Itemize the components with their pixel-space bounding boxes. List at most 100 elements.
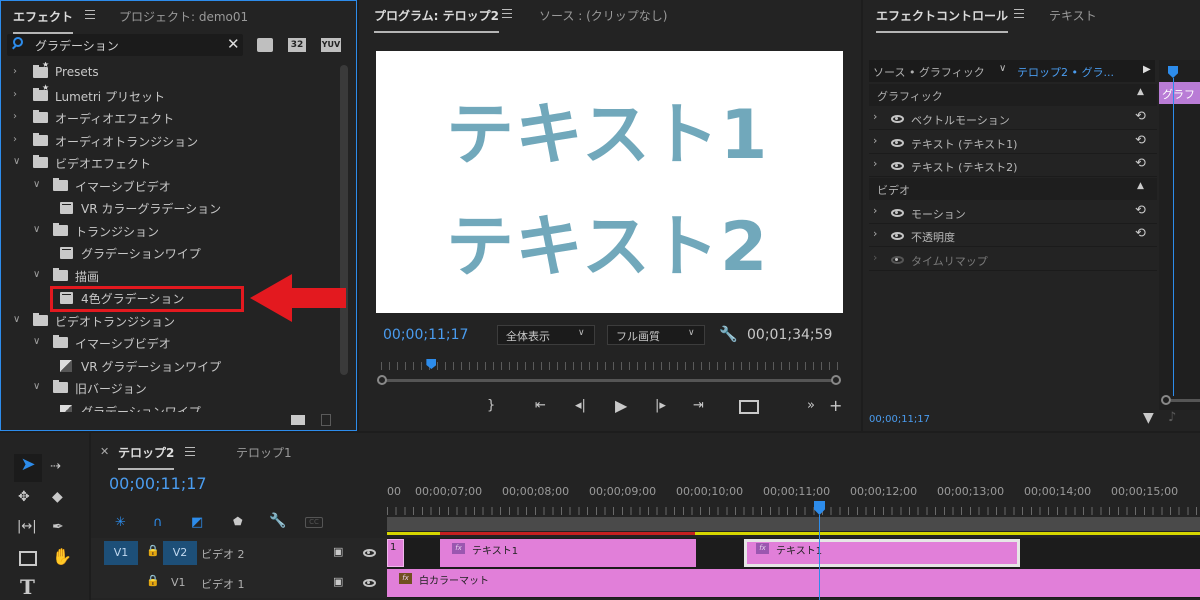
lock-icon[interactable]: 🔒: [146, 544, 160, 557]
source-patch-v1[interactable]: V1: [104, 541, 138, 565]
ec-property-row[interactable]: › テキスト (テキスト1) ⟲: [869, 131, 1157, 154]
clip-v1-color-matte[interactable]: fx 白カラーマット: [387, 569, 1200, 597]
tree-item[interactable]: ∨ イマーシブビデオ: [1, 332, 339, 354]
reset-icon[interactable]: ⟲: [1135, 203, 1146, 218]
panel-menu-icon[interactable]: [85, 10, 95, 19]
tree-item[interactable]: › オーディオトランジション: [1, 130, 339, 152]
zoom-select[interactable]: 全体表示 ∨: [497, 325, 595, 345]
tab-project[interactable]: プロジェクト: demo01: [119, 8, 248, 25]
tab-program[interactable]: プログラム: テロップ2: [374, 7, 499, 33]
nest-icon[interactable]: ✳: [115, 515, 126, 530]
mark-out-button[interactable]: }: [487, 398, 495, 413]
tree-item[interactable]: ∨ ビデオエフェクト: [1, 152, 339, 174]
chevron-down-icon[interactable]: ∨: [33, 381, 40, 392]
ec-property-row[interactable]: › モーション ⟲: [869, 201, 1157, 224]
eye-icon[interactable]: [891, 255, 904, 264]
target-patch-v2[interactable]: V2: [163, 541, 197, 565]
step-forward-button[interactable]: |▸: [655, 398, 666, 413]
ec-property-row[interactable]: › 不透明度 ⟲: [869, 224, 1157, 247]
clear-search-icon[interactable]: ✕: [227, 35, 240, 53]
toggle-output-eye-icon[interactable]: [363, 549, 376, 557]
track-select-tool[interactable]: ⇢: [50, 459, 61, 474]
effects-scrollbar[interactable]: [340, 65, 348, 375]
chevron-down-icon[interactable]: ∨: [999, 63, 1006, 74]
tree-item[interactable]: VR グラデーションワイプ: [1, 355, 339, 377]
program-zoom-scrollbar[interactable]: [385, 379, 835, 382]
wrench-icon[interactable]: 🔧: [719, 325, 738, 343]
reset-icon[interactable]: ⟲: [1135, 109, 1146, 124]
snap-icon[interactable]: ∩: [153, 515, 163, 530]
program-time-ruler[interactable]: [381, 362, 839, 370]
ec-property-row[interactable]: › ベクトルモーション ⟲: [869, 107, 1157, 130]
ec-property-row[interactable]: › タイムリマップ: [869, 248, 1157, 271]
scroll-handle-right[interactable]: [831, 375, 841, 385]
selection-tool[interactable]: ➤: [14, 454, 42, 482]
razor-tool[interactable]: ◆: [52, 489, 63, 505]
tree-item[interactable]: VR カラーグラデーション: [1, 197, 339, 219]
eye-icon[interactable]: [891, 208, 904, 217]
chevron-right-icon[interactable]: ›: [13, 111, 17, 122]
chevron-right-icon[interactable]: ›: [873, 251, 877, 264]
sync-lock-icon[interactable]: ▣: [333, 545, 343, 558]
collapse-up-icon[interactable]: ▲: [1137, 181, 1144, 191]
chevron-down-icon[interactable]: ∨: [33, 224, 40, 235]
add-marker-icon[interactable]: ⬟: [233, 515, 243, 528]
eye-icon[interactable]: [891, 232, 904, 240]
32bit-effects-badge[interactable]: 32: [288, 38, 306, 52]
play-button[interactable]: ▶: [615, 396, 627, 415]
linked-selection-icon[interactable]: ◩: [191, 515, 203, 530]
tree-item[interactable]: ∨ トランジション: [1, 220, 339, 242]
tab-sequence-1[interactable]: テロップ1: [236, 444, 292, 461]
program-current-time[interactable]: 00;00;11;17: [383, 327, 468, 343]
chevron-down-icon[interactable]: ∨: [13, 314, 20, 325]
chevron-down-icon[interactable]: ∨: [33, 269, 40, 280]
clip-v2-stub[interactable]: 1: [387, 539, 404, 567]
eye-icon[interactable]: [891, 138, 904, 147]
chevron-right-icon[interactable]: ›: [873, 157, 877, 170]
timeline-menu-icon[interactable]: [185, 447, 195, 456]
play-clip-icon[interactable]: ▶: [1143, 64, 1151, 75]
tree-item[interactable]: › Lumetri プリセット: [1, 83, 339, 107]
tree-item[interactable]: › オーディオエフェクト: [1, 107, 339, 129]
ec-section-header[interactable]: ビデオ ▲: [869, 177, 1157, 200]
chevron-right-icon[interactable]: ›: [873, 204, 877, 217]
clip-v2-text1[interactable]: fx テキスト1: [440, 539, 696, 567]
target-patch-v1[interactable]: V1: [171, 576, 186, 589]
tree-item[interactable]: ∨ イマーシブビデオ: [1, 175, 339, 197]
eye-icon[interactable]: [891, 115, 904, 123]
tree-item[interactable]: グラデーションワイプ: [1, 242, 339, 264]
chevron-down-icon[interactable]: ∨: [13, 156, 20, 167]
ec-scrollbar[interactable]: [1171, 399, 1200, 402]
ec-clip-label[interactable]: テロップ2 • グラ...: [1017, 64, 1114, 80]
accelerated-effects-icon[interactable]: [257, 38, 273, 52]
ec-scroll-handle[interactable]: [1161, 395, 1171, 405]
ec-section-header[interactable]: グラフィック ▲: [869, 84, 1157, 106]
captions-icon[interactable]: CC: [305, 517, 323, 528]
go-to-in-button[interactable]: ⇤: [535, 398, 546, 413]
new-bin-icon[interactable]: [291, 415, 305, 425]
ec-time[interactable]: 00;00;11;17: [869, 414, 930, 425]
tree-item[interactable]: グラデーションワイプ: [1, 400, 339, 412]
chevron-right-icon[interactable]: ›: [13, 134, 17, 145]
reset-icon[interactable]: ⟲: [1135, 133, 1146, 148]
slip-tool[interactable]: |↔|: [17, 519, 37, 534]
audio-note-icon[interactable]: ♪: [1168, 410, 1176, 425]
clip-v2-text1-selected[interactable]: fx テキスト1: [744, 539, 1020, 567]
chevron-right-icon[interactable]: ›: [873, 110, 877, 123]
lock-icon[interactable]: 🔒: [146, 574, 160, 587]
toggle-output-eye-icon[interactable]: [363, 579, 376, 587]
tab-source[interactable]: ソース : (クリップなし): [539, 7, 667, 24]
search-input[interactable]: [35, 36, 215, 54]
tree-item[interactable]: › Presets: [1, 62, 339, 84]
pen-tool[interactable]: ✒: [52, 519, 64, 535]
chevron-right-icon[interactable]: ›: [873, 227, 877, 240]
add-button-icon[interactable]: +: [829, 396, 842, 415]
ec-clip-bar[interactable]: グラフ: [1159, 82, 1200, 104]
tab-text[interactable]: テキスト: [1049, 7, 1097, 24]
more-controls-icon[interactable]: »: [807, 398, 815, 413]
chevron-right-icon[interactable]: ›: [13, 89, 17, 100]
reset-icon[interactable]: ⟲: [1135, 226, 1146, 241]
ec-property-row[interactable]: › テキスト (テキスト2) ⟲: [869, 154, 1157, 177]
timeline-settings-icon[interactable]: 🔧: [269, 513, 286, 529]
yuv-effects-badge[interactable]: YUV: [321, 38, 341, 52]
